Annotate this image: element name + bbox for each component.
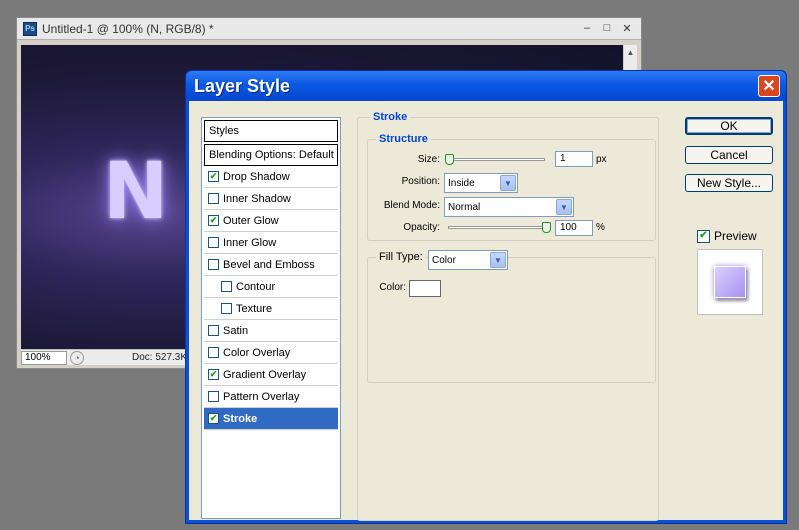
fill-type-select[interactable]: Color ▼ xyxy=(428,250,508,270)
styles-list: Styles Blending Options: Default ✔ Drop S… xyxy=(201,117,341,519)
dialog-title: Layer Style xyxy=(194,75,291,96)
effect-item-gradient-overlay[interactable]: ✔ Gradient Overlay xyxy=(204,364,338,386)
preview-toggle[interactable]: ✔ Preview xyxy=(697,229,757,243)
effect-label: Stroke xyxy=(223,412,258,425)
scroll-up-icon[interactable]: ▲ xyxy=(624,45,637,59)
opacity-unit: % xyxy=(596,222,605,233)
effect-checkbox[interactable] xyxy=(208,347,219,358)
effect-item-inner-glow[interactable]: Inner Glow xyxy=(204,232,338,254)
effect-checkbox[interactable] xyxy=(208,193,219,204)
layer-style-dialog: Layer Style ✕ Styles Blending Options: D… xyxy=(185,70,787,524)
new-style-button[interactable]: New Style... xyxy=(685,174,773,192)
effect-label: Contour xyxy=(236,280,276,293)
effect-checkbox[interactable] xyxy=(221,303,232,314)
effect-checkbox[interactable] xyxy=(221,281,232,292)
chevron-down-icon: ▼ xyxy=(490,252,506,268)
document-size-info: Doc: 527.3K xyxy=(132,352,188,363)
opacity-slider-track[interactable] xyxy=(448,226,548,229)
color-label: Color: xyxy=(379,282,406,293)
chevron-down-icon: ▼ xyxy=(500,175,516,191)
status-menu-icon[interactable]: ◔ xyxy=(70,350,84,365)
preview-label: Preview xyxy=(714,229,757,243)
effect-item-contour[interactable]: Contour xyxy=(204,276,338,298)
structure-group-title: Structure xyxy=(376,133,431,145)
dialog-titlebar[interactable]: Layer Style xyxy=(186,71,786,101)
position-label: Position: xyxy=(401,176,440,187)
blend-mode-value: Normal xyxy=(448,201,481,213)
document-titlebar[interactable]: Ps Untitled-1 @ 100% (N, RGB/8) * – □ ✕ xyxy=(17,18,641,40)
effects-list: ✔ Drop Shadow Inner Shadow ✔ Outer Glow Inner… xyxy=(202,166,340,430)
position-value: Inside xyxy=(448,177,475,189)
minimize-icon[interactable]: – xyxy=(579,21,595,35)
opacity-label: Opacity: xyxy=(403,222,440,233)
effect-label: Gradient Overlay xyxy=(223,368,307,381)
effect-checkbox[interactable] xyxy=(208,237,219,248)
chevron-down-icon: ▼ xyxy=(556,199,572,215)
size-input[interactable]: 1 xyxy=(555,151,593,167)
opacity-slider-thumb[interactable] xyxy=(542,222,551,233)
size-unit: px xyxy=(596,154,607,165)
effect-label: Inner Glow xyxy=(223,236,277,249)
styles-list-header[interactable]: Styles xyxy=(204,120,338,142)
effect-checkbox[interactable] xyxy=(208,325,219,336)
fill-type-label: Fill Type: xyxy=(376,251,426,263)
structure-group: Structure Size: 1 px Position: Inside ▼ … xyxy=(367,133,656,241)
effect-label: Bevel and Emboss xyxy=(223,258,315,271)
effect-item-stroke[interactable]: ✔ Stroke xyxy=(204,408,338,430)
style-preview-thumbnail xyxy=(697,249,763,315)
effect-checkbox[interactable]: ✔ xyxy=(208,369,219,380)
effect-item-pattern-overlay[interactable]: Pattern Overlay xyxy=(204,386,338,408)
effect-item-inner-shadow[interactable]: Inner Shadow xyxy=(204,188,338,210)
dialog-body: Styles Blending Options: Default ✔ Drop S… xyxy=(189,101,783,521)
close-icon[interactable]: ✕ xyxy=(619,21,635,35)
fill-type-value: Color xyxy=(432,254,456,266)
size-label: Size: xyxy=(417,154,440,165)
effect-checkbox[interactable]: ✔ xyxy=(208,215,219,226)
effect-item-outer-glow[interactable]: ✔ Outer Glow xyxy=(204,210,338,232)
zoom-field[interactable]: 100% xyxy=(21,350,67,365)
maximize-icon[interactable]: □ xyxy=(599,21,615,35)
effect-item-texture[interactable]: Texture xyxy=(204,298,338,320)
canvas-letter-layer: N xyxy=(103,147,169,237)
effect-checkbox[interactable]: ✔ xyxy=(208,171,219,182)
effect-item-drop-shadow[interactable]: ✔ Drop Shadow xyxy=(204,166,338,188)
effect-label: Texture xyxy=(236,302,273,315)
effect-item-color-overlay[interactable]: Color Overlay xyxy=(204,342,338,364)
size-slider-thumb[interactable] xyxy=(445,154,454,165)
effect-label: Satin xyxy=(223,324,249,337)
effect-label: Color Overlay xyxy=(223,346,291,359)
effect-label: Drop Shadow xyxy=(223,170,290,183)
fill-type-group: Fill Type: Color ▼ Color: xyxy=(367,250,656,383)
opacity-input[interactable]: 100 xyxy=(555,220,593,236)
stroke-group-title: Stroke xyxy=(370,111,411,123)
blend-mode-select[interactable]: Normal ▼ xyxy=(444,197,574,217)
stroke-settings-group: Stroke Structure Size: 1 px Position: In… xyxy=(357,111,659,521)
blending-options-item[interactable]: Blending Options: Default xyxy=(204,144,338,166)
document-title: Untitled-1 @ 100% (N, RGB/8) * xyxy=(42,21,214,36)
stroke-color-swatch[interactable] xyxy=(409,280,441,297)
preview-swatch xyxy=(714,266,746,298)
ok-button[interactable]: OK xyxy=(685,117,773,135)
effect-checkbox[interactable] xyxy=(208,259,219,270)
cancel-button[interactable]: Cancel xyxy=(685,146,773,164)
effect-item-satin[interactable]: Satin xyxy=(204,320,338,342)
blend-mode-label: Blend Mode: xyxy=(383,200,440,211)
position-select[interactable]: Inside ▼ xyxy=(444,173,518,193)
effect-checkbox[interactable]: ✔ xyxy=(208,413,219,424)
dialog-close-icon[interactable]: ✕ xyxy=(758,75,780,97)
preview-checkbox[interactable]: ✔ xyxy=(697,229,710,243)
effect-label: Pattern Overlay xyxy=(223,390,300,403)
effect-label: Outer Glow xyxy=(223,214,279,227)
effect-item-bevel-and-emboss[interactable]: Bevel and Emboss xyxy=(204,254,338,276)
effect-checkbox[interactable] xyxy=(208,391,219,402)
photoshop-app-icon: Ps xyxy=(23,21,37,36)
size-slider-track[interactable] xyxy=(448,158,545,161)
effect-label: Inner Shadow xyxy=(223,192,291,205)
